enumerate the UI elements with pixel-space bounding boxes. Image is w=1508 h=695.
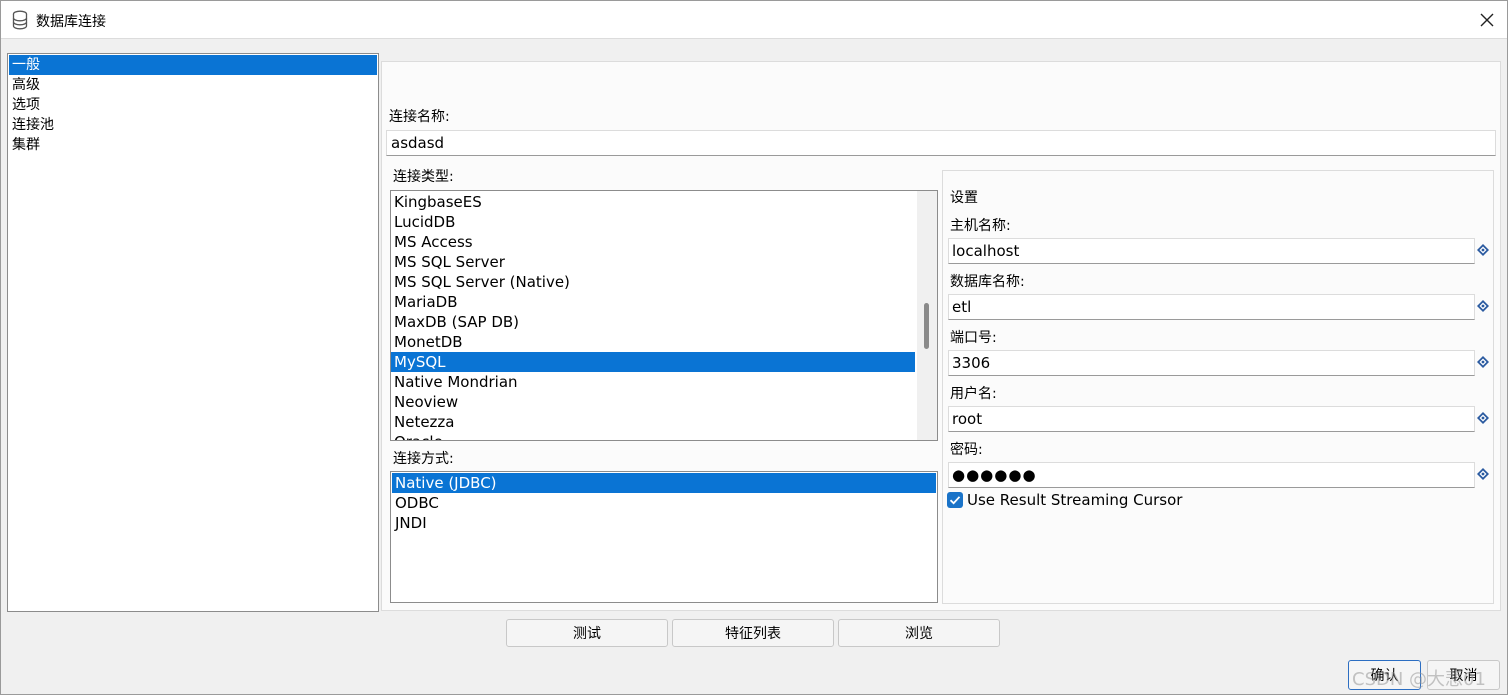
list-item[interactable]: MS Access xyxy=(391,232,915,252)
list-item-selected[interactable]: MySQL xyxy=(391,352,915,372)
variable-diamond-icon[interactable] xyxy=(1477,244,1489,256)
watermark: CSDN @大悲01 xyxy=(1352,669,1486,690)
list-item[interactable]: Native Mondrian xyxy=(391,372,915,392)
username-label: 用户名: xyxy=(950,386,997,402)
feature-list-button[interactable]: 特征列表 xyxy=(672,619,834,647)
nav-item-cluster[interactable]: 集群 xyxy=(9,135,377,155)
access-method-label: 连接方式: xyxy=(393,451,454,467)
variable-diamond-icon[interactable] xyxy=(1477,468,1489,480)
list-item[interactable]: MaxDB (SAP DB) xyxy=(391,312,915,332)
title-bar: 数据库连接 xyxy=(1,1,1507,39)
list-item[interactable]: JNDI xyxy=(392,513,936,533)
connection-type-scrollbar[interactable] xyxy=(917,191,937,440)
nav-item-options[interactable]: 选项 xyxy=(9,95,377,115)
nav-item-general[interactable]: 一般 xyxy=(9,55,377,75)
window-title: 数据库连接 xyxy=(36,14,106,30)
port-label: 端口号: xyxy=(950,330,997,346)
list-item[interactable]: MariaDB xyxy=(391,292,915,312)
host-label: 主机名称: xyxy=(950,218,1011,234)
list-item[interactable]: MS SQL Server (Native) xyxy=(391,272,915,292)
username-field[interactable]: root xyxy=(948,406,1475,432)
variable-diamond-icon[interactable] xyxy=(1477,300,1489,312)
variable-diamond-icon[interactable] xyxy=(1477,356,1489,368)
list-item[interactable]: ODBC xyxy=(392,493,936,513)
list-item[interactable]: Netezza xyxy=(391,412,915,432)
settings-title: 设置 xyxy=(950,190,978,206)
streaming-cursor-label: Use Result Streaming Cursor xyxy=(967,491,1183,509)
nav-item-pooling[interactable]: 连接池 xyxy=(9,115,377,135)
password-label: 密码: xyxy=(950,442,983,458)
connection-type-label: 连接类型: xyxy=(393,169,454,185)
settings-panel xyxy=(942,170,1494,604)
password-field[interactable]: ●●●●●● xyxy=(948,462,1475,488)
connection-name-field[interactable]: asdasd xyxy=(386,130,1496,156)
close-icon xyxy=(1480,13,1494,27)
database-name-field[interactable]: etl xyxy=(948,294,1475,320)
streaming-cursor-checkbox[interactable] xyxy=(947,492,963,508)
database-name-label: 数据库名称: xyxy=(950,274,1025,290)
scroll-thumb[interactable] xyxy=(924,303,929,349)
settings-nav-list: 一般 高级 选项 连接池 集群 xyxy=(7,53,379,612)
checkmark-icon xyxy=(949,496,961,505)
nav-item-advanced[interactable]: 高级 xyxy=(9,75,377,95)
list-item[interactable]: Oracle xyxy=(391,432,915,440)
connection-type-list[interactable]: KingbaseES LucidDB MS Access MS SQL Serv… xyxy=(390,190,938,441)
close-button[interactable] xyxy=(1467,5,1507,35)
connection-name-label: 连接名称: xyxy=(389,109,450,125)
list-item[interactable]: LucidDB xyxy=(391,212,915,232)
access-method-list[interactable]: Native (JDBC) ODBC JNDI xyxy=(390,471,938,603)
host-field[interactable]: localhost xyxy=(948,238,1475,264)
list-item[interactable]: KingbaseES xyxy=(391,192,915,212)
port-field[interactable]: 3306 xyxy=(948,350,1475,376)
explore-button[interactable]: 浏览 xyxy=(838,619,1000,647)
variable-diamond-icon[interactable] xyxy=(1477,412,1489,424)
test-button[interactable]: 测试 xyxy=(506,619,668,647)
database-icon xyxy=(12,10,28,30)
list-item[interactable]: Neoview xyxy=(391,392,915,412)
list-item[interactable]: MS SQL Server xyxy=(391,252,915,272)
list-item-selected[interactable]: Native (JDBC) xyxy=(392,473,936,493)
list-item[interactable]: MonetDB xyxy=(391,332,915,352)
